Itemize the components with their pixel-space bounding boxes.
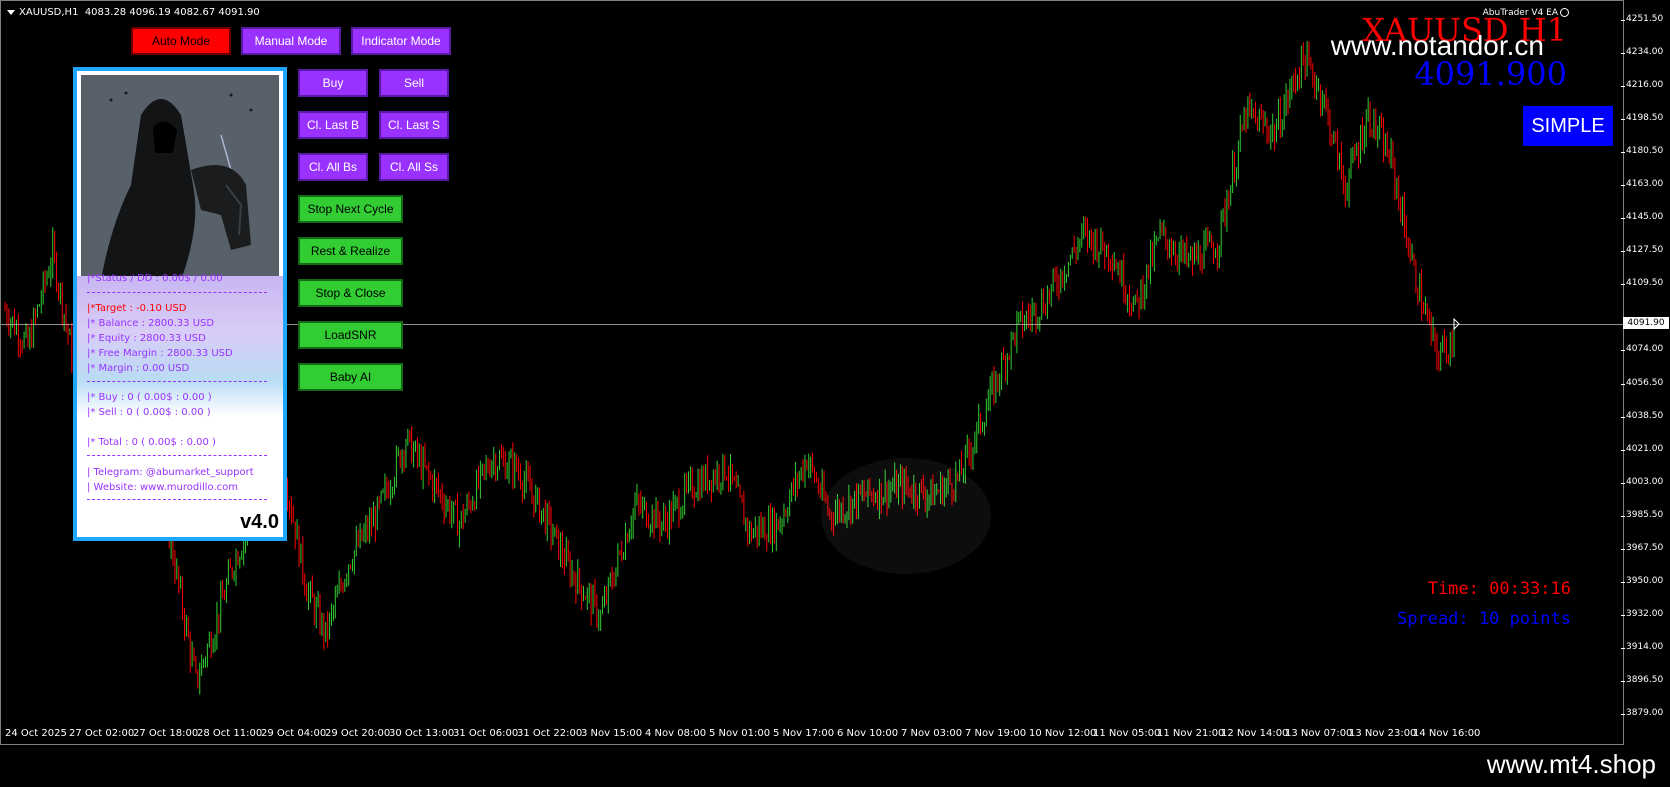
- time-tick-label: 5 Nov 17:00: [773, 728, 835, 739]
- separator: [87, 381, 267, 382]
- stop-close-button[interactable]: Stop & Close: [298, 279, 403, 307]
- price-tick-label: 4074.00: [1620, 344, 1664, 355]
- time-tick-label: 30 Oct 13:00: [389, 728, 455, 739]
- time-tick-label: 29 Oct 04:00: [261, 728, 327, 739]
- close-last-sell-button[interactable]: Cl. Last S: [379, 111, 449, 139]
- time-tick-label: 3 Nov 15:00: [581, 728, 643, 739]
- version-label: v4.0: [240, 511, 279, 533]
- price-tick-label: 4251.50: [1620, 14, 1664, 24]
- price-tick-label: 4003.00: [1620, 476, 1664, 487]
- close-last-buy-button[interactable]: Cl. Last B: [298, 111, 368, 139]
- time-tick-label: 28 Oct 11:00: [197, 728, 263, 739]
- simple-mode-button[interactable]: SIMPLE: [1523, 106, 1613, 146]
- price-tick-label: 4021.00: [1620, 443, 1664, 454]
- price-axis[interactable]: 4251.50 4234.00 4216.00 4198.50 4180.50 4163.…: [1620, 0, 1670, 745]
- time-tick-label: 14 Nov 16:00: [1413, 728, 1481, 739]
- chart-area[interactable]: XAUUSD,H1 4083.28 4096.19 4082.67 4091.9…: [0, 0, 1624, 745]
- time-tick-label: 29 Oct 20:00: [325, 728, 391, 739]
- current-price-tag: 4091.90: [1623, 317, 1669, 330]
- time-tick-label: 11 Nov 05:00: [1093, 728, 1161, 739]
- price-tick-label: 4216.00: [1620, 80, 1664, 91]
- time-tick-label: 13 Nov 07:00: [1285, 728, 1353, 739]
- time-tick-label: 27 Oct 02:00: [69, 728, 135, 739]
- time-tick-label: 4 Nov 08:00: [645, 728, 707, 739]
- time-tick-label: 24 Oct 2025: [5, 728, 67, 739]
- time-tick-label: 31 Oct 06:00: [453, 728, 519, 739]
- price-tick-label: 4234.00: [1620, 47, 1664, 58]
- status-dd-line: |*Status / DD : 0.00$ / 0.00: [87, 273, 223, 284]
- website-line: | Website: www.murodillo.com: [87, 482, 239, 493]
- telegram-line: | Telegram: @abumarket_support: [87, 467, 254, 478]
- load-snr-button[interactable]: LoadSNR: [298, 321, 403, 349]
- price-tick-label: 4145.00: [1620, 212, 1664, 223]
- spread-display: Spread: 10 points: [1397, 609, 1571, 629]
- baby-ai-button[interactable]: Baby AI: [298, 363, 403, 391]
- time-tick-label: 12 Nov 14:00: [1221, 728, 1289, 739]
- price-tick-label: 3950.00: [1620, 575, 1664, 586]
- time-tick-label: 11 Nov 21:00: [1157, 728, 1225, 739]
- symbol-timeframe: XAUUSD,H1: [19, 7, 79, 18]
- stop-next-cycle-button[interactable]: Stop Next Cycle: [298, 195, 403, 223]
- price-tick-label: 4038.50: [1620, 410, 1664, 421]
- time-tick-label: 7 Nov 03:00: [901, 728, 963, 739]
- separator: [87, 499, 267, 500]
- price-tick-label: 4198.50: [1620, 113, 1664, 124]
- buy-summary-line: |* Buy : 0 ( 0.00$ : 0.00 ): [87, 392, 212, 403]
- sell-summary-line: |* Sell : 0 ( 0.00$ : 0.00 ): [87, 407, 211, 418]
- target-line: |*Target : -0.10 USD: [87, 303, 187, 314]
- current-price-display: 4091.900: [1414, 55, 1567, 93]
- chart-symbol-info: XAUUSD,H1 4083.28 4096.19 4082.67 4091.9…: [7, 7, 260, 18]
- time-tick-label: 13 Nov 23:00: [1349, 728, 1417, 739]
- price-tick-label: 3896.50: [1620, 674, 1664, 685]
- manual-mode-button[interactable]: Manual Mode: [241, 27, 341, 55]
- indicator-mode-button[interactable]: Indicator Mode: [351, 27, 451, 55]
- time-tick-label: 27 Oct 18:00: [133, 728, 199, 739]
- total-summary-line: |* Total : 0 ( 0.00$ : 0.00 ): [87, 437, 216, 448]
- time-tick-label: 5 Nov 01:00: [709, 728, 771, 739]
- footer-watermark: www.mt4.shop: [1486, 749, 1656, 779]
- price-tick-label: 3932.00: [1620, 608, 1664, 619]
- close-all-sells-button[interactable]: Cl. All Ss: [379, 153, 449, 181]
- margin-line: |* Margin : 0.00 USD: [87, 363, 190, 374]
- separator: [87, 292, 267, 293]
- faded-logo-watermark: [821, 458, 991, 574]
- dropdown-triangle-icon[interactable]: [7, 9, 15, 15]
- auto-mode-button[interactable]: Auto Mode: [131, 27, 231, 55]
- footer-bar: www.mt4.shop: [0, 745, 1670, 787]
- rest-realize-button[interactable]: Rest & Realize: [298, 237, 403, 265]
- separator: [87, 455, 267, 456]
- ea-info-panel: |*Status / DD : 0.00$ / 0.00 |*Target : …: [73, 67, 287, 541]
- price-tick-label: 4163.00: [1620, 179, 1664, 190]
- sell-button[interactable]: Sell: [379, 69, 449, 97]
- price-tick-label: 3985.50: [1620, 509, 1664, 520]
- price-tick-label: 3879.00: [1620, 708, 1664, 718]
- time-tick-label: 31 Oct 22:00: [517, 728, 583, 739]
- time-tick-label: 6 Nov 10:00: [837, 728, 899, 739]
- balance-line: |* Balance : 2800.33 USD: [87, 318, 215, 329]
- time-tick-label: 10 Nov 12:00: [1029, 728, 1097, 739]
- free-margin-line: |* Free Margin : 2800.33 USD: [87, 348, 233, 359]
- candle-time-remaining: Time: 00:33:16: [1427, 579, 1571, 599]
- price-tick-label: 4109.50: [1620, 278, 1664, 289]
- equity-line: |* Equity : 2800.33 USD: [87, 333, 206, 344]
- close-all-buys-button[interactable]: Cl. All Bs: [298, 153, 368, 181]
- buy-button[interactable]: Buy: [298, 69, 368, 97]
- time-tick-label: 7 Nov 19:00: [965, 728, 1027, 739]
- price-tick-label: 4180.50: [1620, 146, 1664, 157]
- price-tick-label: 3967.50: [1620, 542, 1664, 553]
- price-tick-label: 3914.00: [1620, 641, 1664, 652]
- hooded-rider-image: [81, 75, 279, 280]
- price-tick-label: 4127.50: [1620, 245, 1664, 256]
- price-tick-label: 4056.50: [1620, 377, 1664, 388]
- ohlc-values: 4083.28 4096.19 4082.67 4091.90: [84, 7, 260, 18]
